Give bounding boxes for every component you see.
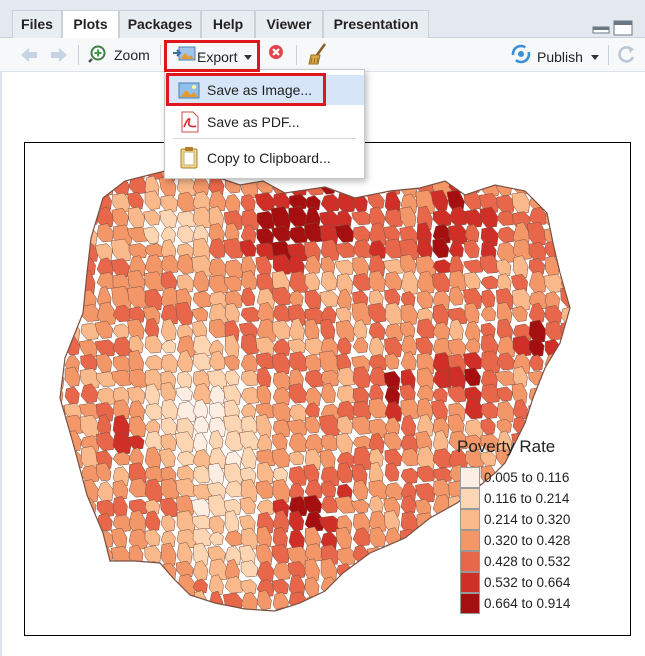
publish-icon <box>511 44 531 64</box>
legend-label: 0.214 to 0.320 <box>484 512 571 527</box>
toolbar-divider <box>160 45 161 65</box>
zoom-icon <box>88 45 106 63</box>
menu-item-save-as-pdf[interactable]: Save as PDF... <box>165 107 364 137</box>
legend-label: 0.005 to 0.116 <box>484 470 570 485</box>
menu-item-save-as-image[interactable]: Save as Image... <box>165 75 364 105</box>
tab-help[interactable]: Help <box>201 10 255 38</box>
export-label: Export <box>197 49 238 65</box>
maximize-icon[interactable] <box>613 20 633 39</box>
publish-label: Publish <box>537 49 583 65</box>
zoom-label: Zoom <box>114 47 150 63</box>
legend-swatch <box>460 572 480 593</box>
menu-separator <box>173 138 356 139</box>
refresh-icon <box>618 46 635 63</box>
back-arrow-icon[interactable] <box>18 42 40 68</box>
broom-icon <box>308 43 327 65</box>
image-icon <box>178 82 200 99</box>
legend-label: 0.116 to 0.214 <box>484 491 570 506</box>
forward-arrow-icon[interactable] <box>48 42 70 68</box>
minimize-icon[interactable] <box>592 20 610 37</box>
tab-presentation[interactable]: Presentation <box>323 10 429 38</box>
pane-tab-bar: Files Plots Packages Help Viewer Present… <box>0 0 645 39</box>
menu-item-label: Save as PDF... <box>207 114 300 130</box>
menu-item-label: Copy to Clipboard... <box>207 150 331 166</box>
menu-item-label: Save as Image... <box>207 82 313 98</box>
clipboard-icon <box>180 147 198 169</box>
refresh-button[interactable] <box>616 42 638 68</box>
tab-viewer[interactable]: Viewer <box>255 10 323 38</box>
dropdown-caret-icon <box>244 55 252 60</box>
menu-item-copy-to-clipboard[interactable]: Copy to Clipboard... <box>165 143 364 173</box>
legend-label: 0.320 to 0.428 <box>484 533 571 548</box>
tab-plots[interactable]: Plots <box>62 10 119 39</box>
legend-swatch <box>460 467 480 488</box>
legend-title: Poverty Rate <box>457 437 556 456</box>
dropdown-caret-icon <box>591 55 599 60</box>
legend-label: 0.532 to 0.664 <box>484 575 571 590</box>
remove-plot-button[interactable] <box>266 42 288 68</box>
legend-swatch <box>460 530 480 551</box>
publish-button[interactable]: Publish <box>510 42 602 68</box>
export-icon <box>173 46 196 61</box>
legend-label: 0.664 to 0.914 <box>484 596 571 611</box>
export-menu: Save as Image... Save as PDF... Copy to … <box>164 69 365 179</box>
toolbar-divider <box>78 45 79 65</box>
clear-all-plots-button[interactable] <box>306 42 330 68</box>
legend-swatch <box>460 488 480 509</box>
legend-label: 0.428 to 0.532 <box>484 554 571 569</box>
pane-edge <box>0 72 2 656</box>
plots-toolbar: Zoom Export Publish <box>0 38 645 72</box>
legend-swatch <box>460 551 480 572</box>
toolbar-divider <box>608 45 609 65</box>
tab-packages[interactable]: Packages <box>119 10 201 38</box>
legend-swatch <box>460 509 480 530</box>
zoom-button[interactable]: Zoom <box>88 42 156 68</box>
export-button[interactable]: Export <box>170 42 256 68</box>
pdf-icon <box>181 111 199 133</box>
remove-plot-icon <box>269 45 283 59</box>
legend-swatch <box>460 593 480 614</box>
tab-files[interactable]: Files <box>12 10 62 38</box>
toolbar-divider <box>296 45 297 65</box>
